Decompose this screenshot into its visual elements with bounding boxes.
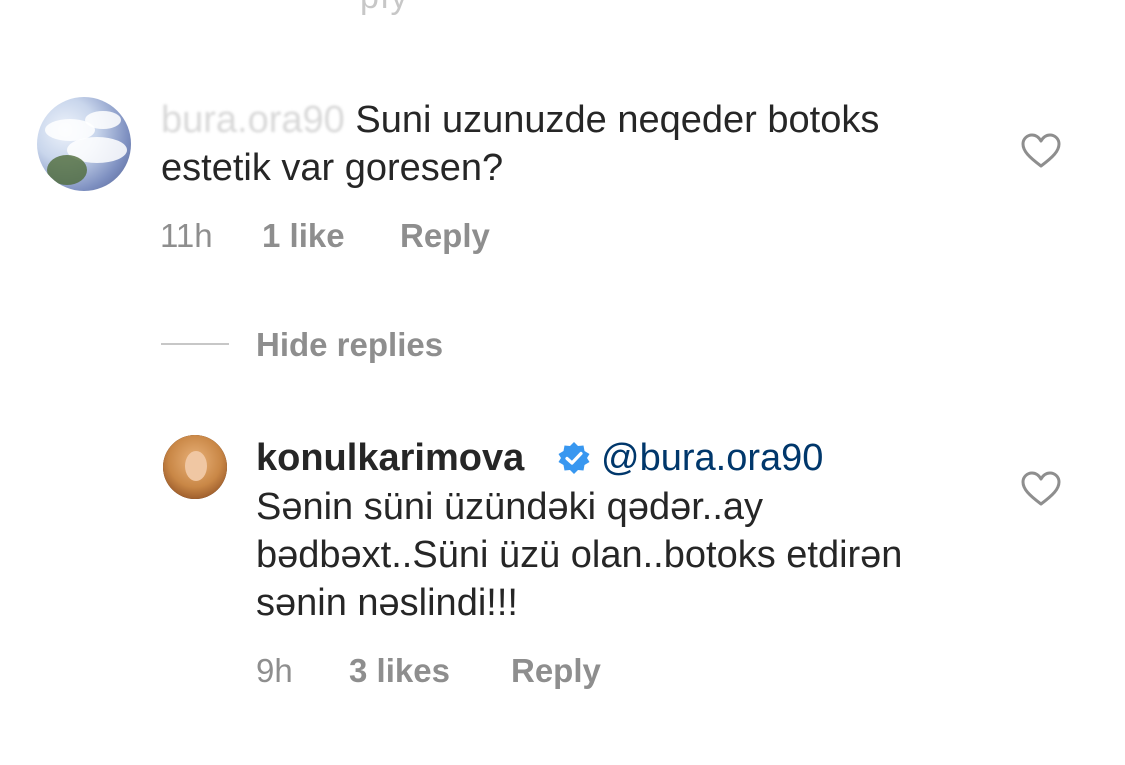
- reply-timestamp: 9h: [256, 652, 293, 689]
- hide-replies-button[interactable]: Hide replies: [256, 325, 443, 365]
- verified-badge-icon: [558, 442, 590, 474]
- reply-username[interactable]: konulkarimova: [256, 435, 524, 481]
- comment-likes-count[interactable]: 1 like: [262, 216, 345, 256]
- previous-reply-remnant: ply: [360, 0, 409, 17]
- reply-likes-count[interactable]: 3 likes: [349, 651, 450, 691]
- commenter-avatar[interactable]: [37, 97, 131, 191]
- reply-avatar[interactable]: [163, 435, 227, 499]
- comment-reply-button[interactable]: Reply: [400, 216, 490, 256]
- comment-username[interactable]: bura.ora90: [161, 99, 345, 141]
- reply-reply-button[interactable]: Reply: [511, 651, 601, 691]
- reply-mention-link[interactable]: @bura.ora90: [601, 435, 823, 481]
- comment-text: bura.ora90 Suni uzunuzde neqeder botoks …: [161, 96, 881, 192]
- heart-icon[interactable]: [1021, 133, 1061, 169]
- reply-body: Sənin süni üzündəki qədər..ay bədbəxt..S…: [256, 486, 903, 624]
- replies-divider-line: [161, 343, 229, 345]
- comment-timestamp: 11h: [160, 217, 213, 254]
- heart-icon[interactable]: [1021, 471, 1061, 507]
